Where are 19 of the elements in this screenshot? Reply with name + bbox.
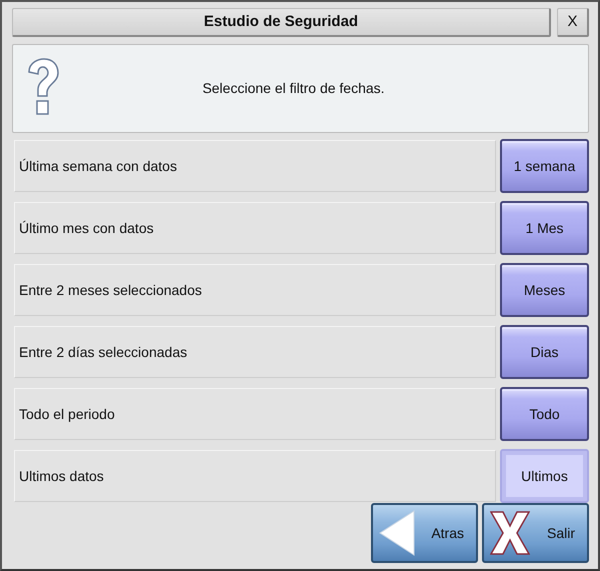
filter-button[interactable]: 1 semana — [500, 139, 589, 193]
filter-button[interactable]: Ultimos — [500, 449, 589, 503]
option-label: Entre 2 meses seleccionados — [14, 264, 496, 316]
message-text: Seleccione el filtro de fechas. — [201, 80, 386, 96]
close-icon — [490, 511, 530, 555]
filter-button[interactable]: Todo — [500, 387, 589, 441]
option-label: Ultimos datos — [14, 450, 496, 502]
option-label: Última semana con datos — [14, 140, 496, 192]
close-button[interactable]: X — [557, 8, 589, 37]
left-triangle-icon — [379, 510, 415, 556]
option-label: Todo el periodo — [14, 388, 496, 440]
filter-button[interactable]: Dias — [500, 325, 589, 379]
back-button[interactable]: Atras — [371, 503, 478, 563]
filter-button[interactable]: 1 Mes — [500, 201, 589, 255]
filter-button[interactable]: Meses — [500, 263, 589, 317]
option-label: Entre 2 días seleccionadas — [14, 326, 496, 378]
exit-button[interactable]: Salir — [482, 503, 589, 563]
window-title: Estudio de Seguridad — [12, 8, 551, 37]
option-label: Último mes con datos — [14, 202, 496, 254]
